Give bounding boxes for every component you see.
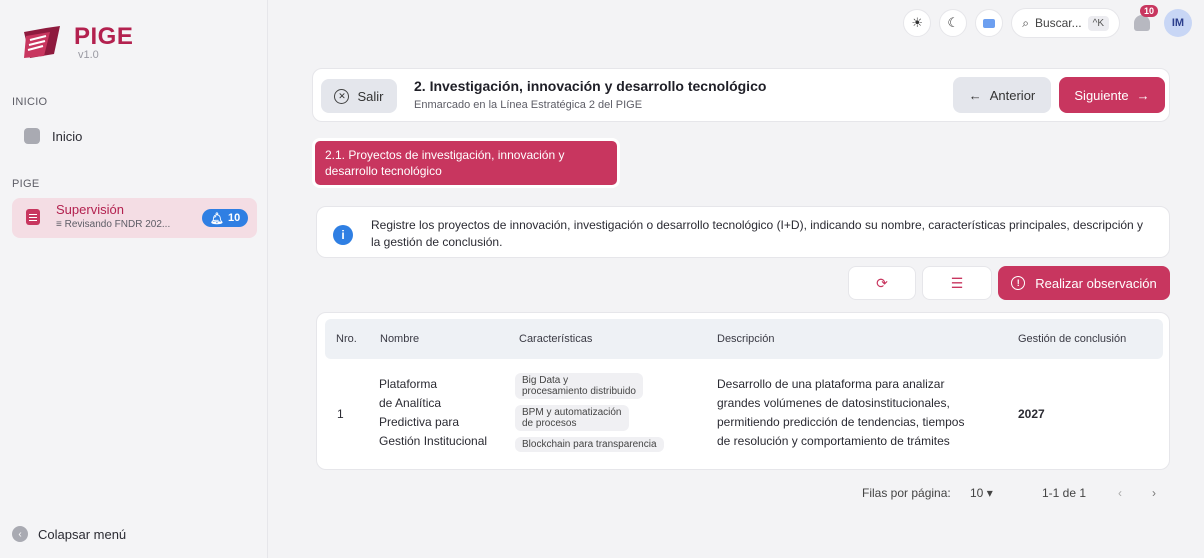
feature-chip: BPM y automatización de procesos [515, 405, 629, 431]
page-title: 2. Investigación, innovación y desarroll… [414, 78, 767, 94]
next-label: Siguiente [1074, 87, 1129, 103]
column-header: Descripción [717, 333, 775, 345]
moon-icon: ☾ [947, 15, 960, 30]
column-header: Gestión de conclusión [1018, 333, 1127, 345]
column-header: Nombre [380, 333, 420, 345]
clipboard-icon [26, 209, 40, 225]
cell-name: Plataforma de Analítica Predictiva para … [379, 377, 488, 448]
top-bar: ☀ ☾ ⌕ Buscar... ^K 10 IM [903, 5, 1192, 38]
list-icon: ☰ [950, 274, 964, 291]
section-tab[interactable]: 2.1. Proyectos de investigación, innovac… [312, 138, 620, 188]
monitor-icon [983, 18, 996, 28]
list-view-button[interactable]: ☰ [922, 266, 992, 300]
search-button[interactable]: ⌕ Buscar... ^K [1011, 8, 1120, 38]
observation-label: Realizar observación [1035, 275, 1157, 291]
notifications-button[interactable]: 10 [1128, 5, 1158, 37]
cell-nro: 1 [337, 407, 344, 421]
make-observation-button[interactable]: ! Realizar observación [998, 266, 1170, 300]
cell-description: Desarrollo de una plataforma para analiz… [717, 377, 965, 448]
previous-button[interactable]: ← Anterior [953, 77, 1051, 113]
exit-label: Salir [357, 88, 384, 104]
previous-label: Anterior [989, 87, 1036, 103]
cell-year: 2027 [1018, 407, 1045, 421]
column-header: Características [519, 333, 593, 345]
notifications-count: 10 [1139, 5, 1158, 17]
book-logo-icon [20, 24, 64, 62]
refresh-button[interactable]: ⟳ [848, 266, 916, 300]
dark-theme-button[interactable]: ☾ [939, 9, 968, 37]
section-label-pige: PIGE [12, 178, 40, 190]
close-icon: ✕ [334, 88, 350, 104]
feature-chip: Big Data y procesamiento distribuido [515, 373, 643, 399]
caret-down-icon: ▾ [986, 486, 993, 500]
feature-chip: Blockchain para transparencia [515, 437, 664, 452]
pagination-range: 1-1 de 1 [1042, 486, 1087, 500]
home-icon [24, 128, 40, 144]
step-header: ✕ Salir 2. Investigación, innovación y d… [312, 68, 1170, 122]
previous-page-button[interactable]: ‹ [1118, 486, 1122, 500]
info-icon: i [333, 225, 353, 245]
avatar[interactable]: IM [1164, 9, 1192, 37]
bell-icon [1134, 15, 1150, 31]
rows-per-page-select[interactable]: 10 ▾ [970, 486, 993, 500]
sun-icon: ☀ [911, 15, 924, 30]
notification-badge: 🔔︎ 10 [202, 209, 249, 227]
next-page-button[interactable]: › [1152, 486, 1156, 500]
bell-icon: 🔔︎ [210, 212, 224, 225]
projects-table: Nro. Nombre Características Descripción … [316, 312, 1170, 470]
app-name: PIGE [74, 23, 134, 50]
arrow-left-icon: ← [968, 87, 982, 103]
sidebar-item-home[interactable]: Inicio [12, 128, 82, 144]
app-logo[interactable]: PIGE v1.0 [20, 24, 133, 62]
section-label-inicio: INICIO [12, 96, 48, 108]
next-button[interactable]: Siguiente → [1059, 77, 1165, 113]
table-header: Nro. Nombre Características Descripción … [325, 319, 1163, 359]
refresh-icon: ⟳ [876, 274, 888, 291]
sidebar-item-supervision[interactable]: Supervisión ≡ Revisando FNDR 202... 🔔︎ 1… [12, 198, 257, 238]
arrow-right-icon: → [1136, 87, 1150, 103]
page-subtitle: Enmarcado en la Línea Estratégica 2 del … [414, 99, 643, 111]
sidebar: PIGE v1.0 INICIO Inicio PIGE Supervisión… [0, 0, 268, 558]
search-icon: ⌕ [1022, 15, 1029, 30]
collapse-menu-button[interactable]: ‹ Colapsar menú [12, 526, 126, 542]
rows-per-page-label: Filas por página: [862, 486, 951, 500]
search-shortcut: ^K [1087, 15, 1109, 31]
exit-button[interactable]: ✕ Salir [321, 79, 397, 113]
light-theme-button[interactable]: ☀ [903, 9, 932, 37]
sidebar-item-subtitle: ≡ Revisando FNDR 202... [56, 219, 171, 230]
collapse-label: Colapsar menú [38, 526, 127, 542]
sidebar-item-label: Inicio [52, 128, 83, 144]
alert-icon: ! [1011, 276, 1026, 290]
search-placeholder: Buscar... [1034, 16, 1082, 30]
sidebar-item-label: Supervisión [56, 202, 124, 217]
app-version: v1.0 [78, 49, 99, 61]
column-header: Nro. [336, 333, 357, 345]
system-theme-button[interactable] [975, 9, 1004, 37]
info-banner: i Registre los proyectos de innovación, … [316, 206, 1170, 258]
info-text: Registre los proyectos de innovación, in… [371, 218, 1144, 249]
chevron-left-icon: ‹ [12, 526, 28, 542]
